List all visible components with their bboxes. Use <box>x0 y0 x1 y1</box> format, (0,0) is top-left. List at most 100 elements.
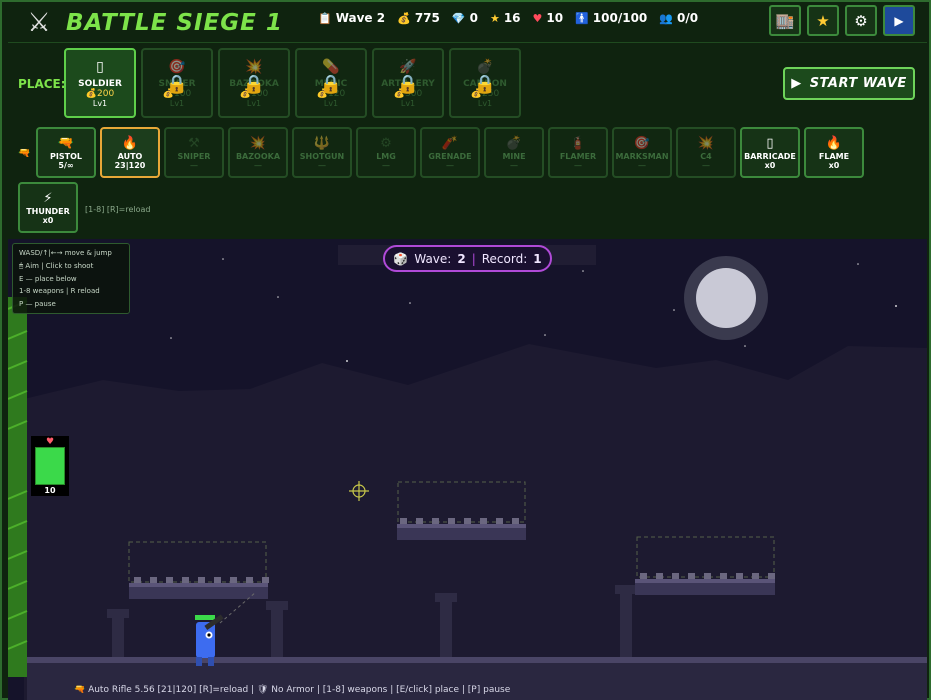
controls-hint-line: P — pause <box>19 300 56 309</box>
weapon-icon: 🔱 <box>313 135 331 151</box>
shop-icon: 🏬 <box>775 11 795 30</box>
weapon-icon: 🔫 <box>57 135 75 151</box>
weapon-slot-marksman[interactable]: 🎯 MARKSMAN — <box>612 127 672 178</box>
weapon-ammo: x0 <box>764 160 776 170</box>
stat-value: 775 <box>414 11 440 25</box>
weapon-icon: 🎯 <box>633 135 651 151</box>
unit-level: Lv1 <box>169 98 185 108</box>
weapon-ammo: — <box>382 160 390 170</box>
weapon-slot-barricade[interactable]: ▯ BARRICADE x0 <box>740 127 800 178</box>
weapon-slot-lmg[interactable]: ⚙ LMG — <box>356 127 416 178</box>
shop-button[interactable]: 🏬 <box>769 5 801 36</box>
weapon-ammo: — <box>510 160 518 170</box>
top-buttons: 🏬 ★ ⚙ ▶ <box>769 5 915 36</box>
health-value: 10 <box>44 486 56 495</box>
weapon-name: GRENADE <box>428 151 472 161</box>
weapon-row: 🔫 PISTOL 5/∞ 🔥 AUTO 23|120 ⚒ SNIPER — 💥 BAZOOKA — 🔱 S… <box>18 127 898 233</box>
diamond-icon: 💎 <box>451 11 466 25</box>
status-line: 🔫 Auto Rifle 5.56 [21|120] [R]=reload | … <box>74 684 511 695</box>
weapon-ammo: — <box>254 160 262 170</box>
weapon-slot-pistol[interactable]: 🔫 PISTOL 5/∞ <box>36 127 96 178</box>
weapon-icon: 💥 <box>697 135 715 151</box>
weapon-icon: 🧯 <box>569 135 587 151</box>
person-icon: 🚹 <box>575 11 589 25</box>
place-unit-medic[interactable]: 💊 MEDIC 💰120 Lv1 🔒 <box>295 48 367 118</box>
place-label: PLACE: <box>18 77 66 91</box>
unit-icon: ▯ <box>96 58 104 75</box>
stat-value: 16 <box>503 11 521 25</box>
record-value: 1 <box>533 251 542 266</box>
weapon-icon: ⚡ <box>43 190 53 206</box>
dice-icon: 🎲 <box>393 251 409 266</box>
weapon-slot-sniper[interactable]: ⚒ SNIPER — <box>164 127 224 178</box>
weapon-icon: 💥 <box>249 135 267 151</box>
weapon-ammo: x0 <box>42 215 54 225</box>
controls-hint-line: 🖱 Aim | Click to shoot <box>19 261 94 270</box>
weapon-ammo: — <box>638 160 646 170</box>
unit-level: Lv1 <box>400 98 416 108</box>
ground-top <box>27 657 927 663</box>
weapon-ammo: 5/∞ <box>58 160 74 170</box>
stat-clipboard: 📋 Wave 2 <box>318 11 385 25</box>
controls-hint-line: E — place below <box>19 274 77 283</box>
settings-button[interactable]: ⚙ <box>845 5 877 36</box>
weapon-name: MINE <box>502 151 526 161</box>
place-unit-artillery[interactable]: 🚀 ARTILLERY 💰300 Lv1 🔒 <box>372 48 444 118</box>
start-wave-button[interactable]: ▶ START WAVE <box>783 67 915 100</box>
weapon-slot-thunder[interactable]: ⚡ THUNDER x0 <box>18 182 78 233</box>
place-unit-soldier[interactable]: ▯ SOLDIER 💰200 Lv1 <box>64 48 136 118</box>
place-unit-cannon[interactable]: 💣 CANNON 💰250 Lv1 🔒 <box>449 48 521 118</box>
banner-separator: | <box>471 251 476 266</box>
play-icon: ▶ <box>894 13 904 28</box>
left-wall <box>8 297 27 677</box>
weapon-name: AUTO <box>117 151 143 161</box>
weapon-icon: ⚒ <box>188 135 200 151</box>
weapon-slot-c4[interactable]: 💥 C4— <box>676 127 736 178</box>
weapon-name: SHOTGUN <box>299 151 345 161</box>
game-canvas[interactable]: 🎲 Wave: 2 | Record: 1 WASD/↑|←→ move & j… <box>8 239 927 700</box>
wave-value: 2 <box>457 251 466 266</box>
weapon-slot-flamer[interactable]: 🧯 FLAMER — <box>548 127 608 178</box>
weapon-ammo: — <box>190 160 198 170</box>
unit-level: Lv1 <box>246 98 262 108</box>
weapon-name: THUNDER <box>26 206 70 216</box>
mountain-range <box>24 344 927 700</box>
wave-label: Wave: <box>414 251 452 266</box>
weapon-name: SNIPER <box>177 151 211 161</box>
weapon-slot-flame[interactable]: 🔥 FLAME x0 <box>804 127 864 178</box>
weapon-name: PISTOL <box>50 151 82 161</box>
place-unit-bazooka[interactable]: 💥 BAZOOKA 💰100 Lv1 🔒 <box>218 48 290 118</box>
health-bar <box>35 447 65 485</box>
start-wave-label: START WAVE <box>809 76 907 91</box>
battlefield-scene <box>8 256 927 700</box>
weapon-name: FLAME <box>818 151 850 161</box>
lock-icon: 🔒 <box>165 74 189 95</box>
group-icon: 👥 <box>659 11 673 25</box>
play-icon: ▶ <box>791 76 802 91</box>
stat-star: ★ 16 <box>490 11 521 25</box>
play-button[interactable]: ▶ <box>883 5 915 36</box>
weapon-name: C4 <box>700 151 712 161</box>
weapon-icon: 🔥 <box>825 135 843 151</box>
weapon-slot-auto[interactable]: 🔥 AUTO 23|120 <box>100 127 160 178</box>
weapon-slot-shotgun[interactable]: 🔱 SHOTGUN — <box>292 127 352 178</box>
crossed-swords-icon: ⚔ <box>27 8 51 38</box>
unit-level: Lv1 <box>323 98 339 108</box>
weapon-ammo: — <box>702 160 710 170</box>
weapon-slot-mine[interactable]: 💣 MINE — <box>484 127 544 178</box>
weapon-slot-bazooka[interactable]: 💥 BAZOOKA — <box>228 127 288 178</box>
stat-group: 👥 0/0 <box>659 11 698 25</box>
stat-heart: ♥ 10 <box>533 11 564 25</box>
place-unit-sniper[interactable]: 🎯 SNIPER 💰100 Lv1 🔒 <box>141 48 213 118</box>
unit-placement-row: ▯ SOLDIER 💰200 Lv1 🎯 SNIPER 💰100 Lv1 🔒 💥 BAZOOKA 💰1… <box>64 48 521 118</box>
weapon-name: FLAMER <box>559 151 597 161</box>
stat-value: 0 <box>469 11 478 25</box>
heart-icon: ♥ <box>45 437 55 447</box>
weapon-icon: ▯ <box>766 135 774 151</box>
weapon-slot-grenade[interactable]: 🧨 GRENADE — <box>420 127 480 178</box>
lock-icon: 🔒 <box>242 74 266 95</box>
reload-hint: [1-8] [R]=reload <box>85 205 151 214</box>
favorites-button[interactable]: ★ <box>807 5 839 36</box>
stat-value: Wave 2 <box>335 11 386 25</box>
stat-coin: 💰 775 <box>397 11 440 25</box>
